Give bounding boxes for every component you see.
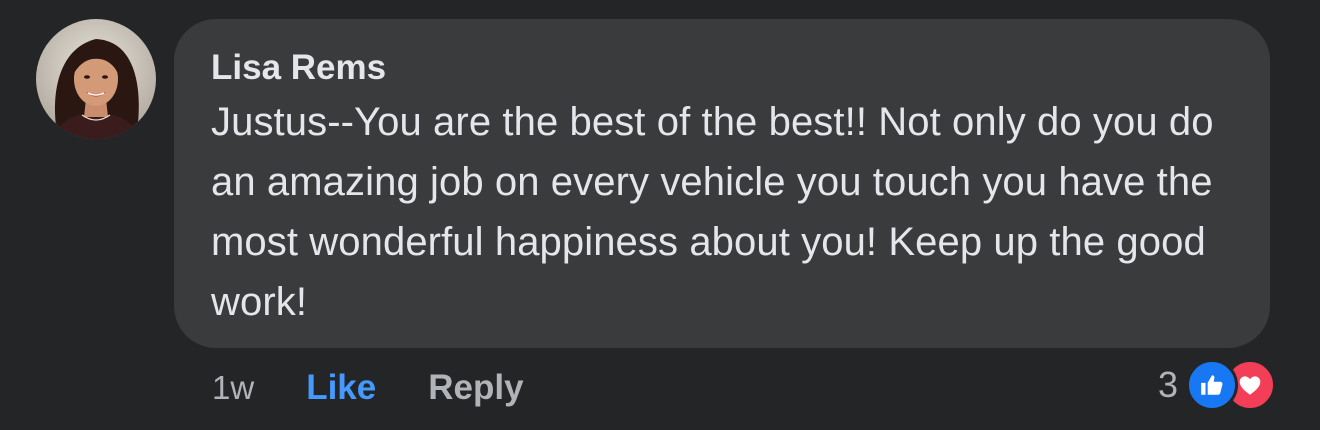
- reaction-count: 3: [1158, 364, 1179, 405]
- avatar-photo: [36, 19, 156, 139]
- avatar[interactable]: [36, 19, 156, 139]
- reaction-summary[interactable]: 3: [1158, 359, 1277, 411]
- comment-bubble: Lisa Rems Justus--You are the best of th…: [174, 19, 1270, 348]
- comment-text: Justus--You are the best of the best!! N…: [211, 100, 1214, 324]
- reply-button[interactable]: Reply: [428, 368, 523, 408]
- comment-author[interactable]: Lisa Rems: [211, 48, 1240, 88]
- comment-actions: 1w Like Reply: [212, 364, 524, 412]
- like-button[interactable]: Like: [306, 368, 376, 408]
- like-icon: [1186, 359, 1239, 411]
- comment: Lisa Rems Justus--You are the best of th…: [0, 0, 1320, 430]
- comment-timestamp[interactable]: 1w: [212, 369, 254, 407]
